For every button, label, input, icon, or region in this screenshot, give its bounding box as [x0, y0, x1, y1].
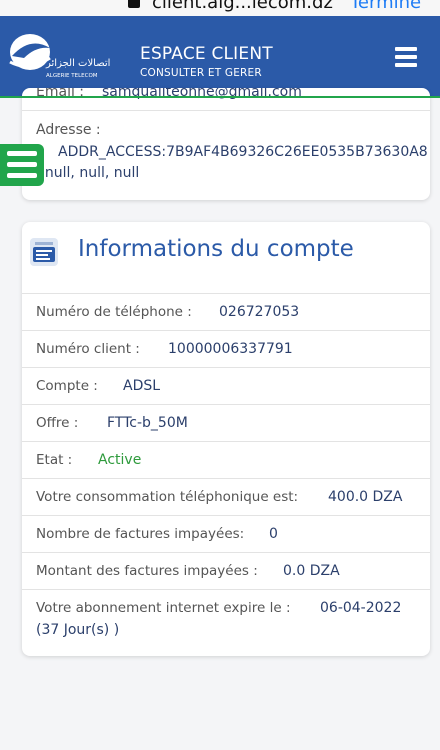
row-value: 0 [269, 526, 278, 542]
row-label: Nombre de factures impayées: [36, 526, 245, 542]
logo-text-ar: اتصالات الجزائر [45, 58, 110, 69]
row-label: Etat : [36, 452, 73, 468]
internet-expiry-row: Votre abonnement internet expire le : 06… [22, 589, 430, 650]
row-label: Offre : [36, 415, 79, 431]
header-subtitle: CONSULTER ET GERER [140, 67, 262, 79]
offer-row: Offre : FTTc-b_50M [22, 404, 430, 442]
row-value: 400.0 DZA [328, 489, 403, 505]
row-label: Votre abonnement internet expire le : [36, 600, 291, 616]
done-button[interactable]: Terminé [350, 0, 421, 13]
account-card-header: Informations du compte [22, 222, 430, 282]
address-label: Adresse : [36, 122, 101, 138]
browser-url-bar: client.alg...lecom.dz Terminé [0, 0, 440, 16]
row-value: ADSL [123, 378, 161, 394]
days-remaining: (37 Jour(s) ) [36, 622, 120, 638]
status-row: Etat : Active [22, 441, 430, 479]
email-value: samqualiteonne@gmail.com [102, 88, 302, 100]
row-value: FTTc-b_50M [107, 415, 188, 431]
status-badge: Active [98, 452, 142, 468]
logo-text-fr: ALGERIE TELECOM [46, 73, 98, 79]
menu-icon [7, 151, 37, 156]
account-card-title: Informations du compte [78, 236, 354, 262]
row-label: Votre consommation téléphonique est: [36, 489, 299, 505]
id-card-icon [30, 238, 58, 266]
header-menu-icon[interactable] [395, 47, 417, 67]
row-label: Compte : [36, 378, 98, 394]
algerie-telecom-logo: اتصالات الجزائر ALGERIE TELECOM [9, 34, 110, 79]
address-value: ADDR_ACCESS:7B9AF4B69326C26EE0535B73630A… [36, 144, 428, 181]
row-value: 06-04-2022 [320, 600, 402, 616]
lock-icon [128, 0, 140, 8]
header-divider [0, 96, 440, 98]
client-number-row: Numéro client : 10000006337791 [22, 330, 430, 368]
row-value: 10000006337791 [168, 341, 293, 357]
email-row: Email : samqualiteonne@gmail.com [22, 88, 430, 111]
unpaid-invoices-count-row: Nombre de factures impayées: 0 [22, 515, 430, 553]
row-value: 0.0 DZA [283, 563, 340, 579]
email-label: Email : [36, 88, 85, 100]
profile-card: Email : samqualiteonne@gmail.com Adresse… [22, 88, 430, 200]
account-type-row: Compte : ADSL [22, 367, 430, 405]
url-text[interactable]: client.alg...lecom.dz [152, 0, 333, 13]
row-label: Numéro de téléphone : [36, 304, 192, 320]
header-title: ESPACE CLIENT [140, 44, 273, 64]
account-info-card: Informations du compte Numéro de télépho… [22, 222, 430, 656]
side-menu-button[interactable] [0, 144, 44, 186]
phone-consumption-row: Votre consommation téléphonique est: 400… [22, 478, 430, 516]
row-value: 026727053 [219, 304, 300, 320]
row-label: Numéro client : [36, 341, 140, 357]
row-label: Montant des factures impayées : [36, 563, 258, 579]
app-header: اتصالات الجزائر ALGERIE TELECOM ESPACE C… [0, 16, 440, 96]
phone-number-row: Numéro de téléphone : 026727053 [22, 293, 430, 331]
unpaid-invoices-amount-row: Montant des factures impayées : 0.0 DZA [22, 552, 430, 590]
